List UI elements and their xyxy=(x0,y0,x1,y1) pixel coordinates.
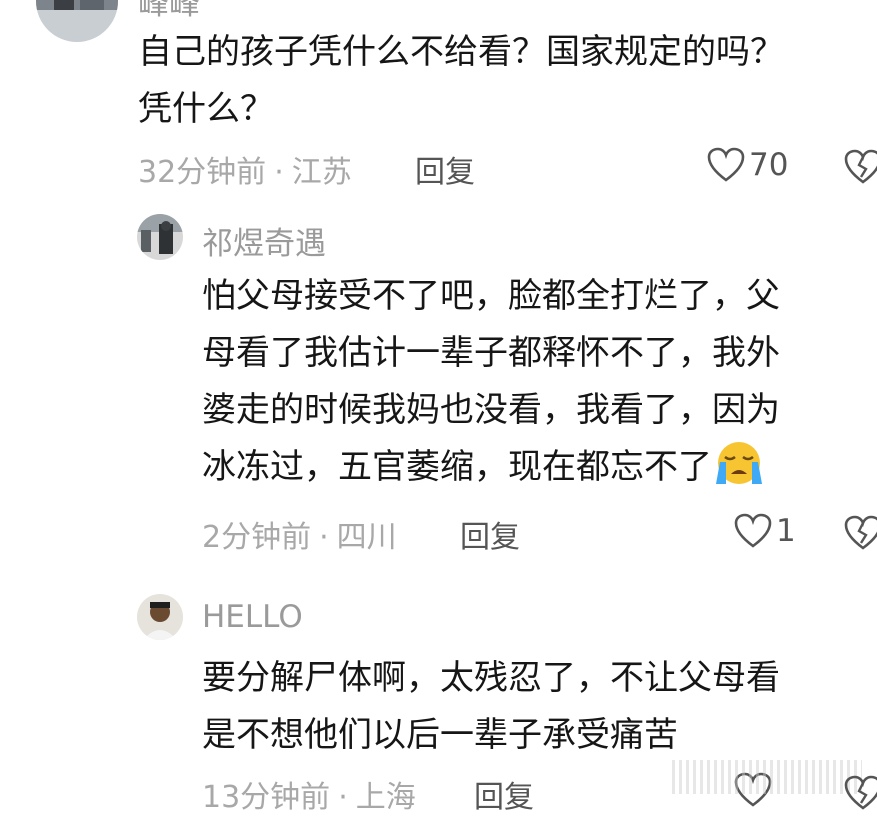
like-count: 70 xyxy=(749,147,789,183)
meta-separator: · xyxy=(319,520,329,555)
meta-separator: · xyxy=(274,155,284,190)
comment-text-line: 是不想他们以后一辈子承受痛苦 xyxy=(202,715,678,755)
comment-author[interactable]: HELLO xyxy=(202,599,303,635)
heart-outline-icon xyxy=(734,513,772,548)
comment-text-line: 要分解尸体啊，太残忍了，不让父母看 xyxy=(202,658,780,698)
comment-text-line: 冰冻过，五官萎缩，现在都忘不了 xyxy=(202,447,712,487)
broken-heart-icon xyxy=(844,775,877,810)
dislike-button[interactable] xyxy=(844,149,877,189)
avatar[interactable] xyxy=(137,214,183,260)
comment-text-line: 凭什么？ xyxy=(138,89,274,129)
reply-button[interactable]: 回复 xyxy=(415,147,475,191)
comment-author[interactable]: 峰峰 xyxy=(138,0,200,23)
comment-author[interactable]: 祁煜奇遇 xyxy=(202,218,326,263)
comment-text-line-with-emoji: 冰冻过，五官萎缩，现在都忘不了 xyxy=(202,439,872,504)
meta-separator: · xyxy=(338,780,348,815)
broken-heart-icon xyxy=(844,149,877,184)
comment-location: 上海 xyxy=(355,780,416,815)
comment-text-line: 怕父母接受不了吧，脸都全打烂了，父 xyxy=(202,276,780,316)
comment-text: 要分解尸体啊，太残忍了，不让父母看 是不想他们以后一辈子承受痛苦 xyxy=(202,650,872,764)
comment-text: 怕父母接受不了吧，脸都全打烂了，父 母看了我估计一辈子都释怀不了，我外 婆走的时… xyxy=(202,268,872,504)
dislike-button[interactable] xyxy=(844,775,877,815)
comment-meta: 2分钟前 · 四川 xyxy=(202,512,397,556)
comment-text: 自己的孩子凭什么不给看？国家规定的吗？ 凭什么？ xyxy=(138,24,868,138)
comment-time: 13分钟前 xyxy=(202,780,331,815)
comment-text-line: 母看了我估计一辈子都释怀不了，我外 xyxy=(202,333,780,373)
comment-meta: 32分钟前 · 江苏 xyxy=(138,147,352,191)
comment-text-line: 自己的孩子凭什么不给看？国家规定的吗？ xyxy=(138,32,784,72)
watermark-overlay xyxy=(672,760,862,794)
broken-heart-icon xyxy=(844,515,877,550)
crying-face-emoji xyxy=(712,440,766,504)
avatar[interactable] xyxy=(36,0,118,42)
comment-location: 四川 xyxy=(336,520,397,555)
like-count: 1 xyxy=(776,513,796,549)
comment-text-line: 婆走的时候我妈也没看，我看了，因为 xyxy=(202,390,780,430)
comment-time: 32分钟前 xyxy=(138,155,267,190)
reply-button[interactable]: 回复 xyxy=(474,772,534,816)
heart-outline-icon xyxy=(707,147,745,182)
dislike-button[interactable] xyxy=(844,515,877,555)
reply-button[interactable]: 回复 xyxy=(460,512,520,556)
comment-meta: 13分钟前 · 上海 xyxy=(202,772,416,816)
avatar[interactable] xyxy=(137,594,183,640)
comment-location: 江苏 xyxy=(291,155,352,190)
like-button[interactable]: 1 xyxy=(734,513,796,549)
like-button[interactable]: 70 xyxy=(707,147,788,183)
comment-time: 2分钟前 xyxy=(202,520,312,555)
